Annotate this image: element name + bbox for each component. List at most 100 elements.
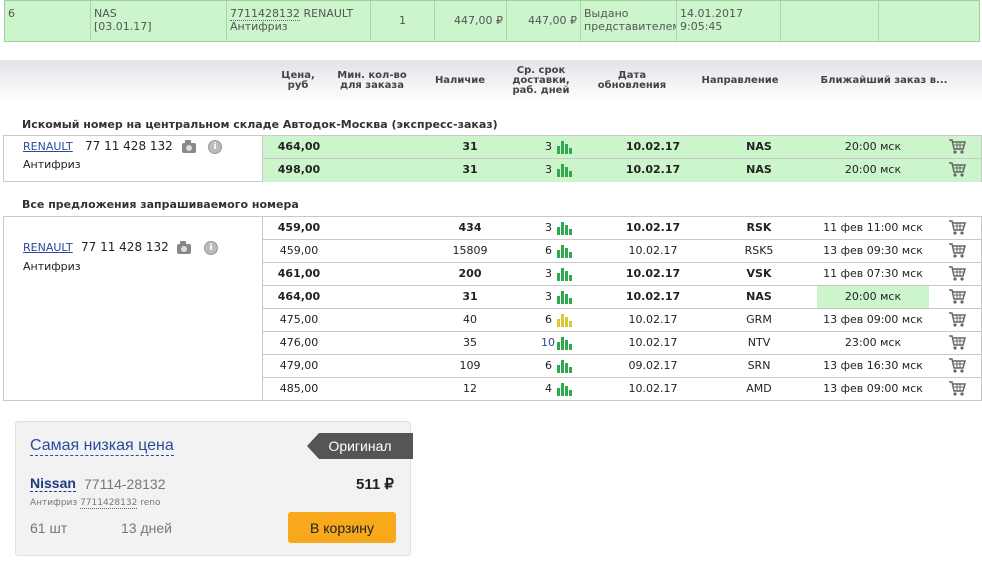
cart-icon[interactable]: [948, 357, 966, 374]
offer-row[interactable]: 498,00 31 3 10.02.17 NAS 20:00 мск: [263, 159, 981, 182]
info-icon[interactable]: i: [208, 140, 222, 154]
col-nearest-label: Ближайший заказ в...: [820, 75, 948, 86]
order-status-value: Выдано представителем: [584, 7, 677, 33]
offer-direction: RSK5: [744, 244, 774, 257]
offer-row[interactable]: 461,00 200 3 10.02.17 VSK 11 фев 07:30 мск: [263, 263, 981, 286]
offer-row[interactable]: 479,00 109 6 09.02.17 SRN 13 фев 16:30 мск: [263, 355, 981, 378]
offer-stock: 15809: [452, 244, 488, 257]
availability-bar: [565, 317, 568, 327]
brand-link[interactable]: RENAULT: [23, 140, 73, 153]
availability-bars-icon: [557, 220, 572, 235]
offer-price: 479,00: [279, 359, 319, 372]
offer-stock: 31: [462, 163, 478, 176]
availability-bar: [569, 171, 572, 177]
offer-stock: 31: [462, 290, 478, 303]
card-price: 511 ₽: [356, 476, 394, 493]
availability-bars-icon: [557, 358, 572, 373]
availability-bar: [557, 146, 560, 154]
section-title-all: Все предложения запрашиваемого номера: [22, 198, 299, 211]
offer-row[interactable]: 475,00 40 6 10.02.17 GRM 13 фев 09:00 мск: [263, 309, 981, 332]
original-badge: Оригинал: [307, 433, 413, 459]
offer-price: 461,00: [277, 267, 321, 280]
cart-icon[interactable]: [948, 334, 966, 351]
availability-bars-icon: [557, 335, 572, 350]
offer-direction: NTV: [747, 336, 771, 349]
lowest-price-title[interactable]: Самая низкая цена: [30, 437, 174, 456]
cart-icon[interactable]: [948, 138, 966, 155]
offer-date: 10.02.17: [625, 290, 681, 303]
availability-bar: [561, 268, 564, 281]
availability-bar: [565, 271, 568, 281]
col-direction[interactable]: Направление: [694, 60, 786, 102]
card-delivery: 13 дней: [121, 520, 172, 536]
availability-bar: [569, 229, 572, 235]
order-part-code[interactable]: 7711428132: [230, 7, 300, 21]
add-to-cart-button[interactable]: В корзину: [288, 512, 396, 543]
offer-row[interactable]: 485,00 12 4 10.02.17 AMD 13 фев 09:00 мск: [263, 378, 981, 401]
offer-direction: VSK: [746, 267, 772, 280]
cart-icon[interactable]: [948, 380, 966, 397]
order-sum-value: 447,00 ₽: [528, 14, 577, 27]
offer-price: 475,00: [279, 313, 319, 326]
order-supplier-date: [03.01.17]: [94, 20, 152, 33]
card-description: Антифриз 7711428132 reno: [30, 498, 161, 509]
availability-bar: [561, 360, 564, 373]
offer-direction: NAS: [746, 163, 772, 176]
offer-row[interactable]: 464,00 31 3 10.02.17 NAS 20:00 мск: [263, 286, 981, 309]
col-delivery[interactable]: Ср. срок доставки, раб. дней: [508, 60, 574, 102]
cart-icon[interactable]: [948, 161, 966, 178]
camera-icon[interactable]: [177, 241, 191, 254]
part-name: Антифриз: [23, 158, 81, 171]
card-desc-suffix: reno: [140, 498, 161, 508]
col-min-qty-line: для заказа: [340, 80, 404, 91]
offer-delivery-days: 6: [545, 244, 552, 257]
brand-link[interactable]: RENAULT: [23, 241, 73, 254]
availability-bar: [565, 248, 568, 258]
availability-bars-icon: [557, 381, 572, 396]
cart-icon[interactable]: [948, 311, 966, 328]
offer-row[interactable]: 459,00 15809 6 10.02.17 RSK5 13 фев 09:30 мск: [263, 240, 981, 263]
col-stock[interactable]: Наличие: [424, 60, 496, 102]
offer-date: 10.02.17: [628, 313, 678, 326]
offer-date: 10.02.17: [628, 336, 678, 349]
availability-bar: [561, 291, 564, 304]
offer-row[interactable]: 476,00 35 10 10.02.17 NTV 23:00 мск: [263, 332, 981, 355]
cart-icon[interactable]: [948, 219, 966, 236]
availability-bar: [565, 225, 568, 235]
manufacturer-link[interactable]: Nissan: [30, 475, 76, 492]
offer-direction: RSK: [746, 221, 772, 234]
part-code: 77114-28132: [84, 476, 166, 492]
offer-stock: 200: [458, 267, 482, 280]
cart-icon[interactable]: [948, 288, 966, 305]
offer-nearest-order: 13 фев 09:30 мск: [823, 244, 923, 257]
col-updated[interactable]: Дата обновления: [592, 60, 672, 102]
availability-bar: [557, 319, 560, 327]
offer-date: 10.02.17: [628, 244, 678, 257]
order-date-cell: 14.01.2017 9:05:45: [677, 1, 781, 41]
offer-delivery-days: 3: [545, 163, 552, 176]
info-icon[interactable]: i: [204, 241, 218, 255]
availability-bar: [561, 245, 564, 258]
col-price[interactable]: Цена, руб: [268, 60, 328, 102]
camera-icon[interactable]: [182, 140, 196, 153]
availability-bar: [557, 250, 560, 258]
availability-bar: [557, 388, 560, 396]
offer-date: 10.02.17: [625, 163, 681, 176]
availability-bar: [561, 222, 564, 235]
card-desc-code[interactable]: 7711428132: [80, 498, 138, 509]
cart-icon[interactable]: [948, 265, 966, 282]
col-nearest[interactable]: Ближайший заказ в...: [816, 60, 952, 102]
offer-nearest-order: 13 фев 16:30 мск: [823, 359, 923, 372]
availability-bar: [565, 363, 568, 373]
order-history-row: 6 NAS [03.01.17] 7711428132 RENAULT Анти…: [4, 0, 980, 42]
offer-nearest-order: 11 фев 07:30 мск: [823, 267, 923, 280]
col-min-qty[interactable]: Мин. кол-во для заказа: [333, 60, 411, 102]
offer-stock: 109: [459, 359, 481, 372]
part-number: 77 11 428 132: [85, 139, 173, 153]
offer-row[interactable]: 459,00 434 3 10.02.17 RSK 11 фев 11:00 мск: [263, 217, 981, 240]
central-offers-group: RENAULT 77 11 428 132 i Антифриз 464,00 3…: [3, 135, 982, 182]
availability-bar: [569, 390, 572, 396]
offer-row[interactable]: 464,00 31 3 10.02.17 NAS 20:00 мск: [263, 136, 981, 159]
cart-icon[interactable]: [948, 242, 966, 259]
offer-stock: 35: [463, 336, 477, 349]
